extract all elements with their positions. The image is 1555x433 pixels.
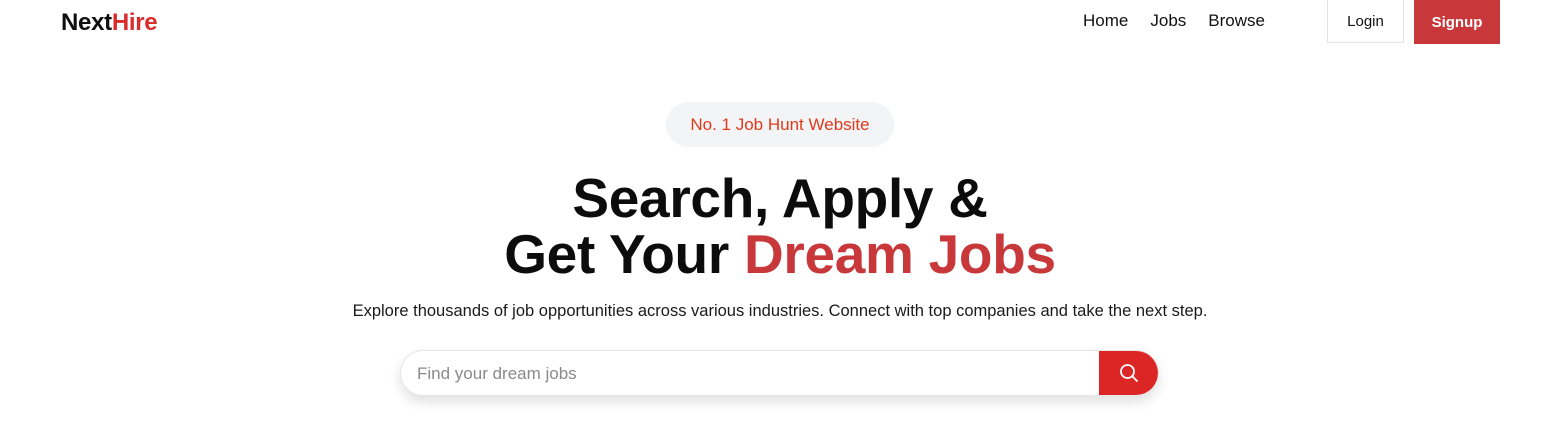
headline-line1: Search, Apply & [572,167,988,229]
landing-page: NextHire Home Jobs Browse Login Signup N… [0,0,1555,433]
nav-link-browse[interactable]: Browse [1208,11,1265,31]
headline-line2-prefix: Get Your [504,223,744,285]
hero-headline: Search, Apply & Get Your Dream Jobs [0,170,1555,282]
search-button[interactable] [1099,351,1158,395]
signup-button[interactable]: Signup [1414,0,1500,44]
search-icon [1119,364,1138,382]
nav-link-home[interactable]: Home [1083,11,1128,31]
search-input[interactable] [415,351,1099,395]
search-bar [400,350,1159,396]
hero-badge: No. 1 Job Hunt Website [666,102,894,147]
headline-line2-accent: Dream Jobs [743,223,1056,285]
hero-subtext: Explore thousands of job opportunities a… [352,302,1208,320]
nav-links: Home Jobs Browse [1083,11,1265,31]
logo-text-accent: Hire [111,9,158,36]
login-button[interactable]: Login [1327,0,1404,43]
navbar: NextHire Home Jobs Browse Login Signup [0,0,1555,46]
logo-text-prefix: Next [61,9,112,36]
logo[interactable]: NextHire [61,9,158,37]
nav-link-jobs[interactable]: Jobs [1150,11,1186,31]
